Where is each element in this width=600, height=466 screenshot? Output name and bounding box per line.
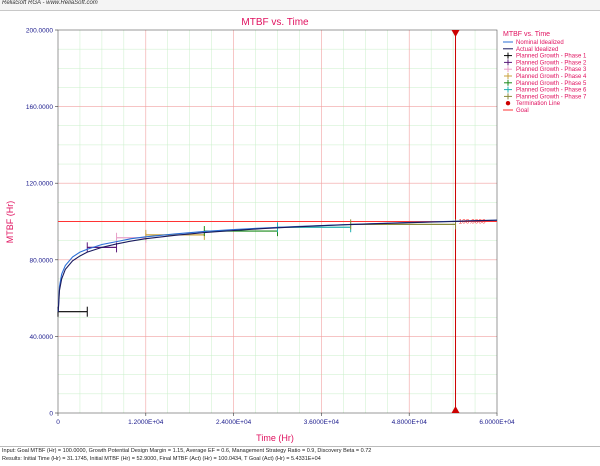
results-summary: Results: Initial Time (Hr) = 31.1745, In… [2,456,321,462]
legend-entry-label: Planned Growth - Phase 5 [516,81,587,87]
y-axis-label: MTBF (Hr) [5,201,15,244]
legend-entry-label: Planned Growth - Phase 1 [516,54,587,60]
y-tick-label: 0 [49,411,53,418]
x-tick-label: 2.4000E+04 [216,419,252,426]
x-tick-label: 1.2000E+04 [128,419,164,426]
legend-title: MTBF vs. Time [503,31,550,38]
legend-entry-label: Planned Growth - Phase 3 [516,67,587,73]
chart-title: MTBF vs. Time [241,17,309,28]
legend-entry-label: Planned Growth - Phase 2 [516,60,587,66]
x-tick-label: 4.8000E+04 [392,419,428,426]
legend-entry-label: Termination Line [516,101,561,107]
x-tick-label: 6.0000E+04 [479,419,515,426]
legend-entry-label: Planned Growth - Phase 7 [516,94,587,100]
legend-entry-label: Goal [516,108,529,114]
y-tick-label: 40.0000 [30,334,54,341]
legend-swatch [505,101,511,106]
y-tick-label: 200.0000 [26,28,53,35]
y-tick-label: 120.0000 [26,181,53,188]
x-tick-label: 0 [56,419,60,426]
input-summary: Input: Goal MTBF (Hr) = 100.0000, Growth… [2,448,372,454]
goal-value-label: 100.0000 [459,219,486,226]
x-tick-label: 3.6000E+04 [304,419,340,426]
legend-entry-label: Planned Growth - Phase 6 [516,88,587,94]
legend-entry-label: Nominal Idealized [516,40,564,46]
legend-entry-label: Planned Growth - Phase 4 [516,74,587,80]
y-tick-label: 80.0000 [30,257,54,264]
x-axis-label: Time (Hr) [256,433,294,443]
legend-entry-label: Actual Idealized [516,47,558,53]
mtbf-chart: 0 1.2000E+04 2.4000E+04 3.6000E+04 4.8000E+0… [0,11,600,446]
y-tick-label: 160.0000 [26,104,53,111]
results-footer: Input: Goal MTBF (Hr) = 100.0000, Growth… [0,446,600,466]
